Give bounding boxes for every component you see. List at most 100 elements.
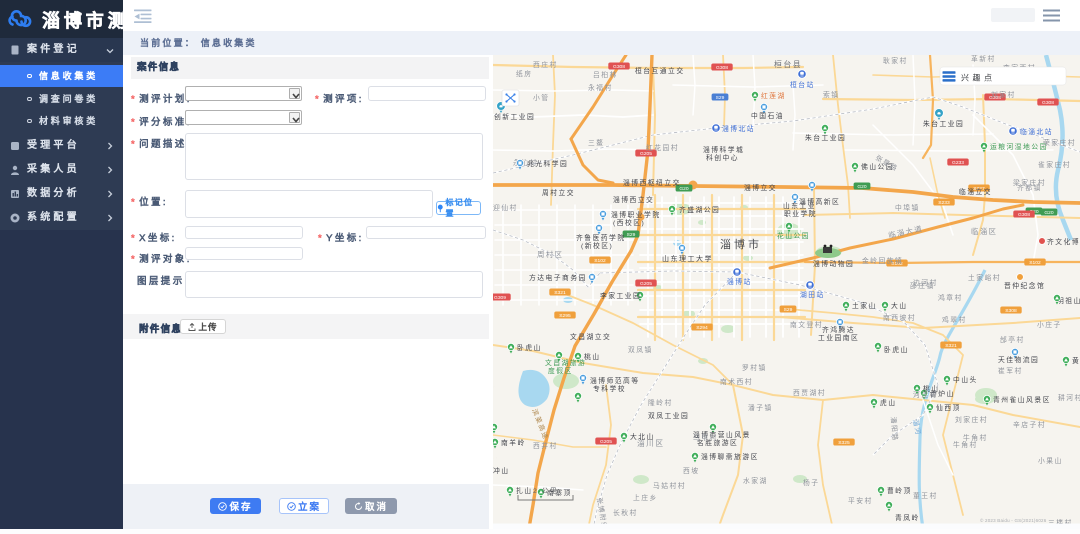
- svg-text:朱台工业园: 朱台工业园: [923, 119, 964, 128]
- svg-text:度假区: 度假区: [548, 366, 573, 375]
- svg-text:马姑村村: 马姑村村: [653, 481, 686, 490]
- svg-text:G308: G308: [613, 64, 625, 70]
- svg-text:G309: G309: [494, 295, 506, 301]
- svg-text:淄博聊斋旅游区: 淄博聊斋旅游区: [701, 452, 759, 461]
- svg-text:运粮河湿地公园: 运粮河湿地公园: [990, 142, 1048, 151]
- svg-text:G205: G205: [600, 439, 612, 445]
- svg-text:G20: G20: [857, 184, 867, 190]
- svg-text:专科学校: 专科学校: [593, 384, 626, 393]
- svg-text:大北山: 大北山: [630, 432, 655, 441]
- svg-text:卧虎山: 卧虎山: [517, 343, 542, 352]
- svg-text:临淄区: 临淄区: [971, 227, 997, 236]
- svg-text:马甲村: 马甲村: [693, 433, 718, 442]
- svg-text:金岭回族镇: 金岭回族镇: [862, 256, 903, 265]
- svg-text:朱台工业园: 朱台工业园: [805, 133, 846, 142]
- svg-text:南西坡村: 南西坡村: [883, 313, 916, 322]
- svg-text:牛角村: 牛角村: [963, 433, 988, 442]
- svg-text:鸿章村: 鸿章村: [938, 293, 963, 302]
- svg-text:S233: S233: [938, 200, 950, 206]
- svg-text:大山: 大山: [891, 301, 908, 310]
- svg-text:S29: S29: [716, 95, 725, 101]
- svg-text:湖田站: 湖田站: [800, 290, 825, 299]
- svg-text:中山头: 中山头: [953, 375, 978, 384]
- svg-text:G233: G233: [952, 160, 964, 166]
- svg-text:辛店子村: 辛店子村: [1013, 420, 1046, 429]
- svg-text:双凤镇: 双凤镇: [628, 345, 653, 354]
- svg-text:小庄子: 小庄子: [1037, 320, 1062, 329]
- svg-text:齐鲁医药学院: 齐鲁医药学院: [576, 233, 626, 242]
- svg-text:周村立交: 周村立交: [542, 188, 575, 197]
- svg-text:桓台站: 桓台站: [790, 80, 815, 89]
- svg-text:桓台互通立交: 桓台互通立交: [635, 66, 685, 75]
- svg-text:青凤岭: 青凤岭: [895, 513, 920, 522]
- svg-text:纸房: 纸房: [516, 69, 533, 78]
- svg-text:李家工业园: 李家工业园: [600, 291, 641, 300]
- svg-text:S29: S29: [627, 232, 636, 238]
- svg-text:G205: G205: [640, 281, 652, 287]
- svg-text:工业园南区: 工业园南区: [818, 333, 859, 342]
- svg-text:隆岭村: 隆岭村: [648, 398, 673, 407]
- svg-text:齐盛湖公园: 齐盛湖公园: [679, 205, 720, 214]
- svg-text:淄博高新区: 淄博高新区: [799, 197, 840, 206]
- svg-text:S321: S321: [554, 290, 566, 296]
- svg-text:南术西村: 南术西村: [720, 377, 753, 386]
- svg-text:齐鸿腾达: 齐鸿腾达: [822, 325, 855, 334]
- svg-text:晋仲纪念馆: 晋仲纪念馆: [1004, 281, 1045, 290]
- svg-text:山东理工大学: 山东理工大学: [662, 254, 713, 263]
- svg-text:S294: S294: [696, 325, 708, 331]
- svg-text:虎山: 虎山: [880, 398, 897, 407]
- svg-text:S29: S29: [784, 307, 793, 313]
- svg-text:淄博科学城: 淄博科学城: [703, 145, 744, 154]
- svg-text:土家山: 土家山: [852, 301, 877, 310]
- svg-text:淄博立交: 淄博立交: [744, 183, 777, 192]
- svg-text:2 公里: 2 公里: [533, 487, 558, 495]
- svg-text:齐都镇: 齐都镇: [1017, 183, 1042, 192]
- svg-text:周村区: 周村区: [537, 250, 563, 259]
- svg-text:西贾湖村: 西贾湖村: [793, 388, 826, 397]
- svg-text:鸡翠村: 鸡翠村: [942, 315, 967, 324]
- svg-text:仙西顶: 仙西顶: [936, 403, 961, 412]
- svg-text:桃山: 桃山: [584, 352, 601, 361]
- svg-text:迎仙村: 迎仙村: [493, 203, 518, 212]
- svg-text:长秋村: 长秋村: [613, 508, 638, 517]
- svg-text:S308: S308: [1005, 308, 1017, 314]
- svg-text:邰亭村: 邰亭村: [1000, 335, 1025, 344]
- svg-text:桓台县: 桓台县: [774, 59, 802, 69]
- svg-text:荣家庄村: 荣家庄村: [1043, 138, 1076, 147]
- svg-text:兴趣点: 兴趣点: [961, 73, 996, 83]
- svg-text:耿家村: 耿家村: [883, 56, 908, 65]
- svg-text:崔军村: 崔军村: [998, 366, 1023, 375]
- svg-text:淄博市: 淄博市: [720, 237, 762, 251]
- svg-text:刘家村: 刘家村: [991, 90, 1016, 99]
- svg-text:(新校区): (新校区): [581, 241, 613, 250]
- svg-text:刘家庄村: 刘家庄村: [955, 415, 988, 424]
- svg-text:小管: 小管: [533, 93, 550, 102]
- svg-text:淄博北站: 淄博北站: [722, 124, 755, 133]
- svg-text:西坡: 西坡: [683, 466, 700, 475]
- svg-text:S102: S102: [1029, 260, 1041, 266]
- svg-text:S325: S325: [838, 440, 850, 446]
- svg-text:索镇: 索镇: [823, 90, 840, 99]
- svg-text:上庄乡: 上庄乡: [633, 493, 658, 502]
- svg-text:方达电子商务园: 方达电子商务园: [529, 273, 587, 282]
- svg-text:创新工业园: 创新工业园: [494, 112, 535, 121]
- svg-text:科创中心: 科创中心: [706, 153, 739, 162]
- svg-text:S102: S102: [594, 258, 606, 264]
- svg-text:天佳物流园: 天佳物流园: [998, 355, 1039, 364]
- svg-text:临淄立交: 临淄立交: [959, 187, 992, 196]
- svg-text:河洼村: 河洼村: [913, 390, 938, 399]
- svg-text:红莲湖: 红莲湖: [761, 91, 786, 100]
- svg-text:杨子: 杨子: [803, 478, 820, 487]
- svg-text:淄博西枢纽立交: 淄博西枢纽立交: [623, 178, 681, 187]
- svg-text:牛角村: 牛角村: [953, 440, 978, 449]
- svg-text:黄山: 黄山: [1072, 356, 1080, 365]
- svg-text:红花园村: 红花园村: [646, 143, 679, 152]
- svg-text:永福村: 永福村: [588, 83, 613, 92]
- svg-text:青州雀山风景区: 青州雀山风景区: [993, 395, 1051, 404]
- svg-text:雀家庄村: 雀家庄村: [1038, 160, 1071, 169]
- svg-text:淄博动物园: 淄博动物园: [813, 259, 854, 268]
- svg-text:G308: G308: [716, 65, 728, 71]
- svg-text:罗村镇: 罗村镇: [742, 363, 767, 372]
- svg-text:临淄北站: 临淄北站: [1020, 127, 1053, 136]
- svg-text:西井村: 西井村: [533, 441, 558, 450]
